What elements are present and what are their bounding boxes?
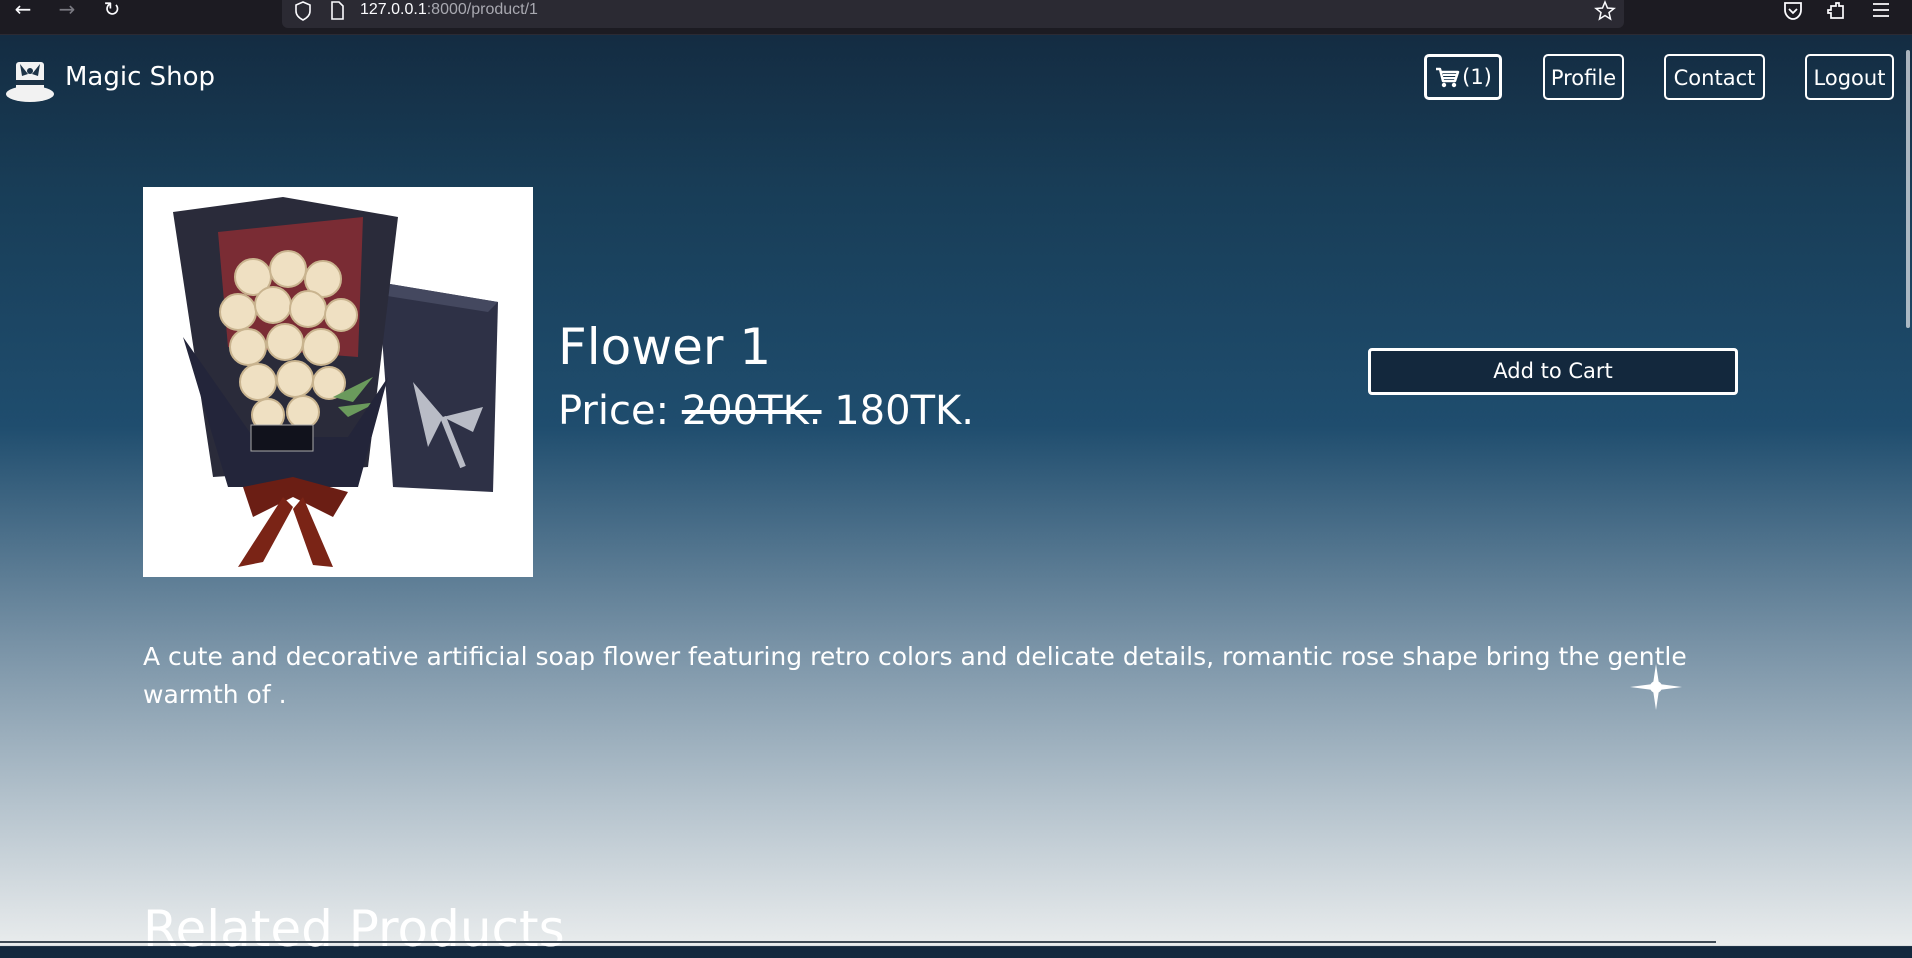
page-scrollbar[interactable]: [1906, 50, 1910, 328]
extensions-icon[interactable]: [1824, 0, 1850, 24]
url-host: 127.0.0.1: [360, 1, 427, 18]
cart-icon: [1436, 67, 1460, 88]
flower-bouquet-image: [143, 187, 533, 577]
url-text: 127.0.0.1:8000/product/1: [360, 1, 538, 19]
sparkle-icon: [1630, 664, 1682, 710]
related-products-heading: Related Products: [143, 900, 565, 958]
magic-hat-logo-icon[interactable]: [4, 54, 56, 104]
forward-arrow-icon[interactable]: →: [52, 0, 82, 22]
browser-toolbar: ← → ↻ 127.0.0.1:8000/product/1: [0, 0, 1912, 35]
url-path: :8000/product/1: [426, 1, 538, 18]
product-description: A cute and decorative artificial soap fl…: [143, 642, 1687, 709]
contact-button[interactable]: Contact: [1664, 54, 1765, 100]
price-line: Price: 200TK. 180TK.: [558, 388, 974, 434]
shield-icon: [295, 1, 311, 21]
product-image: [143, 187, 533, 577]
divider: [0, 941, 1716, 943]
pocket-icon[interactable]: [1780, 0, 1806, 24]
back-arrow-icon[interactable]: ←: [8, 0, 38, 22]
old-price: 200TK.: [681, 388, 822, 434]
menu-icon[interactable]: [1868, 0, 1894, 24]
bookmark-star-icon[interactable]: [1594, 0, 1616, 22]
cart-count: (1): [1462, 65, 1492, 89]
product-title: Flower 1: [558, 318, 772, 376]
cart-button[interactable]: (1): [1424, 54, 1502, 100]
reload-icon[interactable]: ↻: [97, 0, 127, 22]
new-price: 180TK.: [834, 388, 974, 434]
brand-name[interactable]: Magic Shop: [65, 62, 215, 92]
address-bar[interactable]: 127.0.0.1:8000/product/1: [282, 0, 1624, 28]
logout-button[interactable]: Logout: [1805, 54, 1894, 100]
profile-button[interactable]: Profile: [1543, 54, 1624, 100]
add-to-cart-button[interactable]: Add to Cart: [1368, 348, 1738, 395]
price-label: Price:: [558, 388, 670, 434]
page-icon: [331, 1, 344, 20]
